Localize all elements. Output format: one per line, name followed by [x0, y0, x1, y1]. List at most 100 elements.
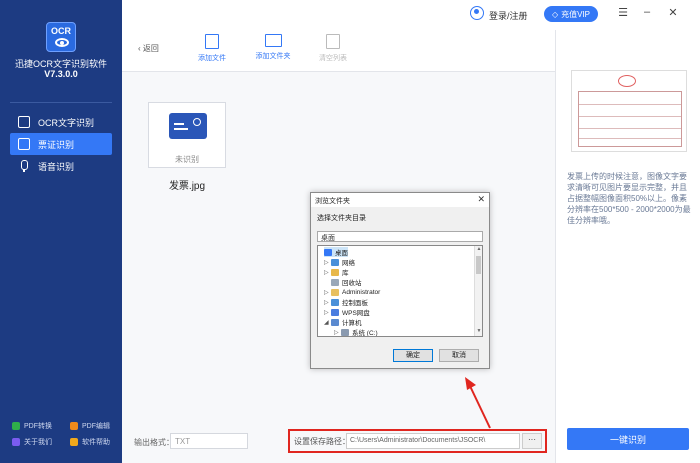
preview-panel: 发票上传的时候注意，图像文字要求清晰可见图片要显示完整，并且占据整幅图像面积50… [555, 30, 700, 463]
tree-item[interactable]: 回收站 [324, 277, 362, 287]
menu-icon[interactable]: ☰ [616, 6, 630, 19]
invoice-grid [578, 91, 682, 147]
user-folder-icon [331, 288, 339, 296]
trash-icon [326, 34, 340, 49]
expand-icon[interactable]: ▷ [334, 329, 341, 336]
tree-item[interactable]: 桌面 [324, 247, 348, 257]
tree-item-label: 回收站 [342, 280, 362, 287]
output-format-label: 输出格式： [134, 438, 174, 447]
output-format-select[interactable]: TXT [170, 433, 248, 449]
tree-item-label: 计算机 [342, 320, 362, 327]
sidebar-item-label: OCR文字识别 [38, 117, 94, 128]
dialog-close-icon[interactable]: ✕ [477, 194, 485, 205]
tree-item-label: 控制面板 [342, 300, 368, 307]
id-card-icon [169, 113, 207, 139]
expand-icon[interactable]: ▷ [324, 269, 331, 276]
stamp-icon [618, 75, 636, 87]
dialog-title-text: 浏览文件夹 [315, 198, 350, 205]
add-folder-button[interactable]: 添加文件夹 [248, 32, 298, 61]
link-label: PDF转换 [24, 423, 52, 430]
add-file-button[interactable]: 添加文件 [187, 32, 237, 63]
expand-icon[interactable]: ▷ [324, 259, 331, 266]
sidebar-item-ocr[interactable]: OCR文字识别 [10, 111, 112, 133]
folder-tree[interactable]: 桌面 ▷ 网络 ▷ 库 回收站 ▷ Administrator ▷ 控制面板 ▷… [317, 245, 483, 337]
scroll-down-icon[interactable]: ▼ [475, 328, 482, 336]
control-panel-icon [331, 298, 339, 306]
cancel-button[interactable]: 取消 [439, 349, 479, 362]
library-icon [331, 268, 339, 276]
cloud-drive-icon [331, 308, 339, 316]
add-file-icon [205, 34, 219, 49]
scroll-up-icon[interactable]: ▲ [475, 246, 482, 254]
help-link[interactable]: 软件帮助 [70, 437, 110, 447]
expand-icon[interactable]: ▷ [324, 289, 331, 296]
computer-icon [331, 318, 339, 326]
tree-item[interactable]: ▷ 网络 [324, 257, 355, 267]
logo-text: OCR [51, 26, 71, 36]
browse-button[interactable]: ··· [522, 433, 542, 449]
pdf-edit-link[interactable]: PDF编辑 [70, 421, 110, 431]
tree-item[interactable]: ▷ 库 [324, 267, 349, 277]
tree-item[interactable]: ▷ WPS网盘 [324, 307, 370, 317]
desktop-icon [324, 248, 332, 256]
app-logo: OCR [46, 22, 76, 52]
eye-icon [55, 38, 69, 47]
pdf-edit-icon [70, 422, 78, 430]
file-name: 发票.jpg [168, 181, 206, 192]
tree-item-label: 网络 [342, 260, 355, 267]
add-folder-label: 添加文件夹 [255, 53, 291, 60]
folder-path-input[interactable]: 桌面 [317, 231, 483, 242]
sidebar-divider [10, 102, 112, 103]
mic-icon [18, 160, 30, 172]
link-label: PDF编辑 [82, 423, 110, 430]
vip-label: 充值VIP [561, 9, 591, 19]
add-file-label: 添加文件 [198, 55, 226, 62]
close-icon[interactable]: ✕ [666, 6, 680, 19]
pdf-convert-icon [12, 422, 20, 430]
recognize-button[interactable]: 一键识别 [567, 428, 689, 450]
about-us-link[interactable]: 关于我们 [12, 437, 52, 447]
save-path-label: 设置保存路径： [294, 437, 350, 446]
title-bar: 登录/注册 ◇ 充值VIP ☰ – ✕ [122, 0, 700, 30]
link-label: 软件帮助 [82, 439, 110, 446]
save-path-group: 设置保存路径： C:\Users\Administrator\Documents… [288, 429, 547, 453]
drive-icon [341, 328, 349, 336]
sidebar-item-ticket[interactable]: 票证识别 [10, 133, 112, 155]
back-button[interactable]: ‹ 返回 [138, 43, 159, 54]
expand-icon[interactable]: ▷ [324, 299, 331, 306]
ok-button[interactable]: 确定 [393, 349, 433, 362]
tree-item[interactable]: ▷ Administrator [324, 287, 380, 297]
minimize-icon[interactable]: – [640, 6, 654, 18]
invoice-preview [571, 70, 687, 152]
tree-scrollbar[interactable]: ▲ ▼ [474, 246, 482, 336]
expand-icon[interactable]: ◢ [324, 319, 331, 326]
expand-icon[interactable]: ▷ [324, 309, 331, 316]
about-icon [12, 438, 20, 446]
pdf-convert-link[interactable]: PDF转换 [12, 421, 52, 431]
sidebar-item-label: 语音识别 [38, 161, 75, 172]
tree-item-label: Administrator [342, 288, 381, 296]
user-icon[interactable] [470, 6, 484, 20]
save-path-input[interactable]: C:\Users\Administrator\Documents\JSOCR\ [346, 433, 520, 449]
dialog-title: 浏览文件夹 ✕ [311, 193, 489, 207]
add-folder-icon [264, 34, 282, 47]
clear-list-button[interactable]: 清空列表 [308, 32, 358, 63]
recycle-bin-icon [331, 278, 339, 286]
browse-folder-dialog: 浏览文件夹 ✕ 选择文件夹目录 桌面 桌面 ▷ 网络 ▷ 库 回收站 ▷ Adm… [310, 192, 490, 369]
login-link[interactable]: 登录/注册 [489, 9, 528, 22]
tree-item[interactable]: ▷ 系统 (C:) [334, 327, 378, 337]
dialog-prompt: 选择文件夹目录 [317, 215, 366, 222]
tree-item[interactable]: ▷ 控制面板 [324, 297, 368, 307]
tree-item-label: 系统 (C:) [352, 330, 378, 337]
file-status: 未识别 [175, 155, 199, 164]
card-icon [18, 138, 30, 150]
scroll-thumb[interactable] [476, 256, 481, 274]
tree-item-label: 库 [342, 270, 349, 277]
tree-item[interactable]: ◢ 计算机 [324, 317, 362, 327]
file-thumbnail[interactable]: 未识别 [148, 102, 226, 168]
sidebar-item-voice[interactable]: 语音识别 [10, 155, 112, 177]
app-version: V7.3.0.0 [44, 69, 78, 79]
link-label: 关于我们 [24, 439, 52, 446]
vip-button[interactable]: ◇ 充值VIP [544, 6, 598, 22]
tree-item-label: WPS网盘 [342, 310, 370, 317]
